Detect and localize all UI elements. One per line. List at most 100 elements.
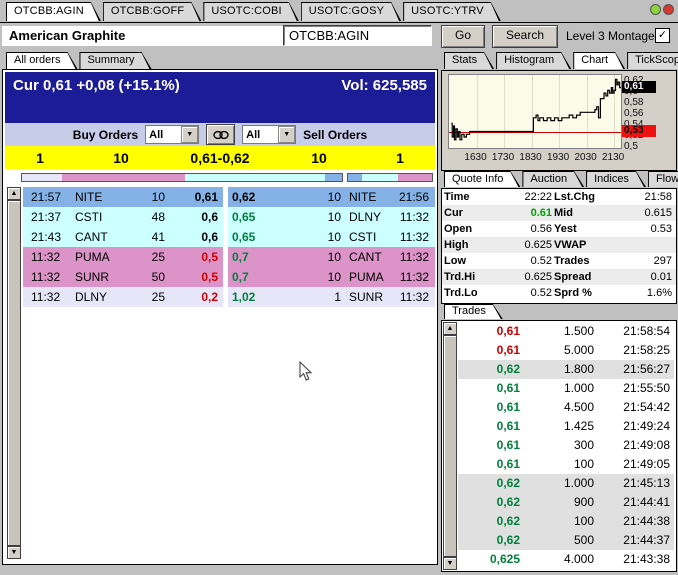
go-button[interactable]: Go bbox=[441, 25, 485, 48]
quote-label: Trades bbox=[554, 255, 590, 267]
trade-price: 0,61 bbox=[496, 343, 520, 357]
symbol-tab-agin[interactable]: OTCBB:AGIN bbox=[6, 2, 101, 21]
trade-price: 0,61 bbox=[496, 400, 520, 414]
trade-price: 0,61 bbox=[496, 381, 520, 395]
tab-histogram[interactable]: Histogram bbox=[496, 52, 571, 69]
tab-stats[interactable]: Stats bbox=[444, 52, 494, 69]
trade-row[interactable]: 0,62 1.800 21:56:27 bbox=[458, 360, 674, 379]
tab-summary[interactable]: Summary bbox=[79, 52, 151, 69]
trade-row[interactable]: 0,61 1.500 21:58:54 bbox=[458, 322, 674, 341]
x-tick-label: 2030 bbox=[574, 152, 597, 163]
tab-quote-info[interactable]: Quote Info bbox=[444, 171, 520, 187]
scroll-up-icon[interactable]: ▲ bbox=[443, 322, 457, 335]
quote-label: Trd.Hi bbox=[444, 271, 476, 283]
quote-label: Sprd % bbox=[554, 287, 592, 299]
trade-row[interactable]: 0,62 1.000 21:45:13 bbox=[458, 474, 674, 493]
ask-price: 0,65 bbox=[228, 207, 286, 227]
trades-scrollbar[interactable]: ▲ ▼ bbox=[443, 322, 457, 570]
tab-all-orders[interactable]: All orders bbox=[6, 52, 77, 69]
trade-row[interactable]: 0,61 1.425 21:49:24 bbox=[458, 417, 674, 436]
depth-row[interactable]: 21:37 CSTI 48 0,6 0,65 10 DLNY 11:32 bbox=[23, 207, 435, 227]
trade-row[interactable]: 0,61 100 21:49:05 bbox=[458, 455, 674, 474]
depth-row[interactable]: 21:43 CANT 41 0,6 0,65 10 CSTI 11:32 bbox=[23, 227, 435, 247]
trade-size: 1.500 bbox=[563, 324, 594, 338]
inside-spread: 0,61-0,62 bbox=[190, 149, 250, 166]
tab-flow[interactable]: Flow bbox=[648, 171, 678, 187]
symbol-tab-cobi[interactable]: USOTC:COBI bbox=[203, 2, 298, 21]
trade-row[interactable]: 0,61 1.000 21:55:50 bbox=[458, 379, 674, 398]
buy-filter-value: All bbox=[149, 128, 164, 141]
trade-time: 21:55:50 bbox=[623, 381, 670, 395]
symbol-tab-goff[interactable]: OTCBB:GOFF bbox=[103, 2, 202, 21]
montage-scrollbar[interactable]: ▲ ▼ bbox=[7, 187, 21, 559]
tab-chart[interactable]: Chart bbox=[573, 52, 625, 69]
trade-row[interactable]: 0,62 900 21:44:41 bbox=[458, 493, 674, 512]
trade-row[interactable]: 0,61 5.000 21:58:25 bbox=[458, 341, 674, 360]
trade-row[interactable]: 0,62 100 21:44:38 bbox=[458, 512, 674, 531]
tab-label: Quote Info bbox=[452, 173, 504, 185]
quote-value: 0.53 bbox=[650, 223, 672, 235]
bid-qty: 25 bbox=[119, 287, 165, 307]
bid-price: 0,5 bbox=[165, 267, 223, 287]
depth-segment-blue bbox=[325, 174, 342, 181]
bid-qty: 48 bbox=[119, 207, 165, 227]
depth-row[interactable]: 21:57 NITE 10 0,61 0,62 10 NITE 21:56 bbox=[23, 187, 435, 207]
symbol-tab-ytrv[interactable]: USOTC:YTRV bbox=[403, 2, 501, 21]
trade-time: 21:56:27 bbox=[623, 362, 670, 376]
trade-row[interactable]: 0,61 300 21:49:08 bbox=[458, 436, 674, 455]
trade-row[interactable]: 0,625 4.000 21:43:38 bbox=[458, 550, 674, 569]
trade-time: 21:45:13 bbox=[623, 476, 670, 490]
scrollbar-thumb[interactable] bbox=[7, 200, 21, 546]
trade-time: 21:49:05 bbox=[623, 457, 670, 471]
trade-size: 900 bbox=[573, 495, 594, 509]
scroll-down-icon[interactable]: ▼ bbox=[7, 546, 21, 559]
quote-label: Yest bbox=[554, 223, 577, 235]
buy-filter-select[interactable]: All ▼ bbox=[145, 125, 200, 144]
search-button[interactable]: Search bbox=[492, 25, 558, 48]
chevron-down-icon[interactable]: ▼ bbox=[181, 126, 199, 143]
trade-size: 1.800 bbox=[563, 362, 594, 376]
sell-filter-select[interactable]: All ▼ bbox=[242, 125, 297, 144]
ask-price: 0,7 bbox=[228, 267, 286, 287]
symbol-tab-gosy[interactable]: USOTC:GOSY bbox=[301, 2, 401, 21]
connection-status-green-icon bbox=[650, 4, 661, 15]
tab-label: USOTC:YTRV bbox=[411, 5, 484, 17]
trade-row[interactable]: 0,62 500 21:44:37 bbox=[458, 531, 674, 550]
bid-mm: CSTI bbox=[65, 207, 119, 227]
link-filters-button[interactable] bbox=[206, 124, 236, 145]
quote-label: Time bbox=[444, 191, 470, 203]
scrollbar-thumb[interactable] bbox=[443, 335, 457, 557]
depth-segment-cyan bbox=[362, 174, 398, 181]
tab-tickscope[interactable]: TickScope bbox=[627, 52, 678, 69]
tab-indices[interactable]: Indices bbox=[586, 171, 646, 187]
tab-trades[interactable]: Trades bbox=[444, 304, 503, 319]
symbol-input[interactable]: OTCBB:AGIN bbox=[283, 25, 432, 46]
trade-time: 21:54:42 bbox=[623, 400, 670, 414]
tab-label: All orders bbox=[14, 54, 61, 66]
trade-time: 21:44:37 bbox=[623, 533, 670, 547]
trade-row[interactable]: 0,61 4.500 21:54:42 bbox=[458, 398, 674, 417]
depth-row[interactable]: 11:32 SUNR 50 0,5 0,7 10 PUMA 11:32 bbox=[23, 267, 435, 287]
trade-price: 0,61 bbox=[496, 438, 520, 452]
x-tick-label: 1930 bbox=[546, 152, 570, 163]
depth-row[interactable]: 11:32 PUMA 25 0,5 0,7 10 CANT 11:32 bbox=[23, 247, 435, 267]
tab-label: OTCBB:GOFF bbox=[110, 5, 185, 17]
volume-label: Vol: 625,585 bbox=[341, 77, 427, 94]
trade-price: 0,62 bbox=[496, 514, 520, 528]
level3-montage-checkbox[interactable]: ✓ bbox=[655, 28, 670, 43]
quote-label: High bbox=[444, 239, 469, 251]
quote-value: 22:22 bbox=[524, 191, 552, 203]
bid-qty: 10 bbox=[119, 187, 165, 207]
quote-label: Lst.Chg bbox=[554, 191, 595, 203]
chevron-down-icon[interactable]: ▼ bbox=[278, 126, 296, 143]
depth-row[interactable]: 11:32 DLNY 25 0,2 1,02 1 SUNR 11:32 bbox=[23, 287, 435, 307]
bid-mm: CANT bbox=[65, 227, 119, 247]
depth-segment-pink bbox=[62, 174, 185, 181]
ask-qty: 10 bbox=[286, 267, 341, 287]
quote-label: Open bbox=[444, 223, 473, 235]
scroll-up-icon[interactable]: ▲ bbox=[7, 187, 21, 200]
tab-auction[interactable]: Auction bbox=[522, 171, 584, 187]
bid-price: 0,6 bbox=[165, 207, 223, 227]
ask-time: 11:32 bbox=[389, 247, 435, 267]
scroll-down-icon[interactable]: ▼ bbox=[443, 557, 457, 570]
